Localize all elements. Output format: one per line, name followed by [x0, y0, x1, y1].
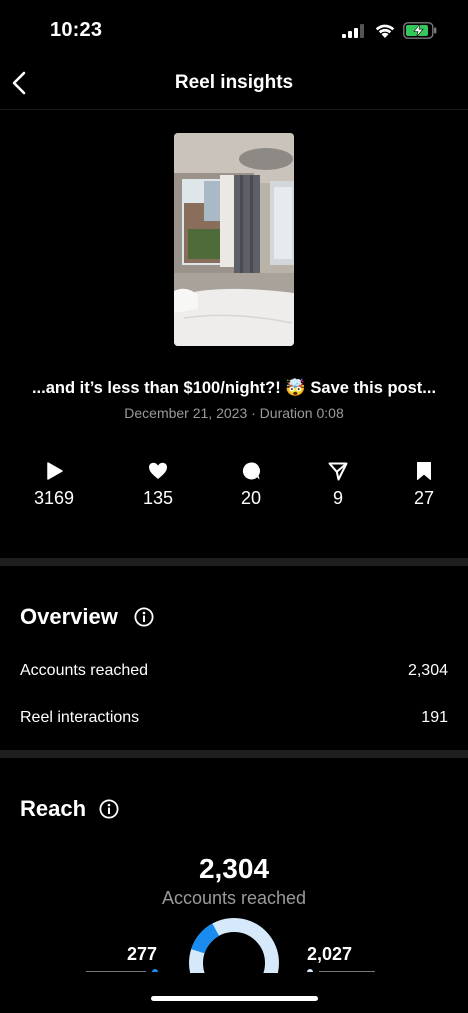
- info-icon[interactable]: [134, 607, 154, 627]
- overview-title: Overview: [20, 604, 118, 629]
- stat-comments: 20: [211, 461, 291, 509]
- post-meta: December 21, 2023 · Duration 0:08: [124, 405, 344, 421]
- stat-shares: 9: [298, 461, 378, 509]
- stat-likes: 135: [118, 461, 198, 509]
- stat-saves: 27: [384, 461, 464, 509]
- cellular-signal-icon: [342, 24, 364, 38]
- reel-thumbnail[interactable]: [174, 133, 294, 346]
- stat-plays: 3169: [14, 461, 94, 509]
- bookmark-icon: [417, 462, 431, 480]
- wifi-icon: [375, 24, 395, 38]
- reach-total: 2,304: [198, 853, 270, 884]
- comment-icon: [242, 462, 260, 480]
- reach-donut-chart: [188, 917, 280, 973]
- status-time: 10:23: [50, 19, 103, 41]
- row-label: Accounts reached: [20, 662, 149, 679]
- stat-value: 9: [332, 488, 343, 508]
- heart-icon: [149, 462, 167, 479]
- stat-value: 27: [413, 488, 435, 508]
- non-followers-label-clipped: [307, 962, 377, 972]
- section-divider: [0, 750, 468, 758]
- top-nav: Reel insights: [0, 62, 468, 110]
- stat-value: 20: [240, 488, 262, 508]
- info-icon[interactable]: [99, 799, 119, 819]
- stat-value: 3169: [33, 488, 75, 508]
- page-title: Reel insights: [174, 72, 294, 93]
- post-caption: ...and it’s less than $100/night?! 🤯 Sav…: [31, 379, 437, 397]
- play-icon: [47, 462, 63, 480]
- home-indicator: [151, 996, 318, 1001]
- reach-total-label: Accounts reached: [161, 888, 307, 908]
- stat-value: 135: [142, 488, 174, 508]
- followers-label-clipped: [86, 962, 166, 972]
- share-icon: [328, 462, 348, 481]
- battery-charging-icon: [403, 22, 437, 39]
- row-value: 191: [421, 709, 448, 726]
- row-value: 2,304: [407, 662, 448, 679]
- row-label: Reel interactions: [20, 709, 140, 726]
- reach-title: Reach: [20, 796, 87, 821]
- status-bar: 10:23: [0, 0, 468, 62]
- section-divider: [0, 558, 468, 566]
